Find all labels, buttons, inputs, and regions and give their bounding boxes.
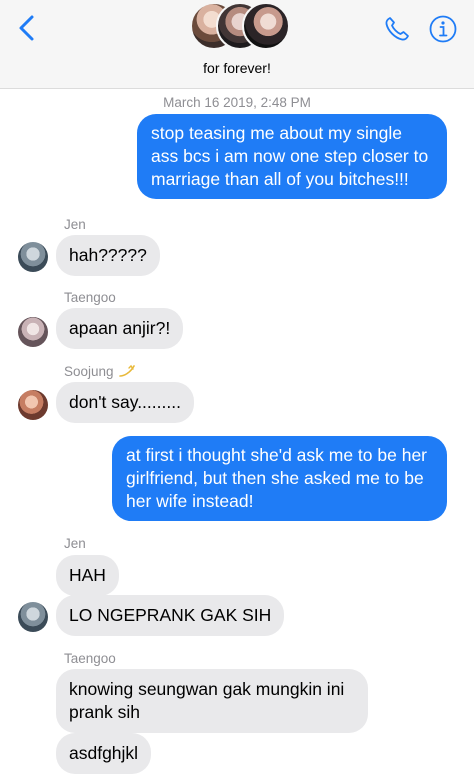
outgoing-message-bubble[interactable]: stop teasing me about my single ass bcs … xyxy=(137,114,447,199)
group-name[interactable]: for forever! xyxy=(0,60,474,76)
back-button[interactable] xyxy=(14,14,40,42)
chevron-left-icon xyxy=(19,15,34,41)
dizzy-icon xyxy=(118,364,136,381)
sender-name: Taengoo xyxy=(64,651,116,666)
message-timestamp: March 16 2019, 2:48 PM xyxy=(163,95,311,110)
info-icon xyxy=(429,15,457,43)
incoming-message-bubble[interactable]: HAH xyxy=(56,555,119,596)
outgoing-message-bubble[interactable]: at first i thought she'd ask me to be he… xyxy=(112,436,447,521)
details-button[interactable] xyxy=(428,14,458,44)
incoming-message-bubble[interactable]: hah????? xyxy=(56,235,160,276)
call-button[interactable] xyxy=(382,14,412,44)
incoming-message-bubble[interactable]: apaan anjir?! xyxy=(56,308,184,349)
sender-name: Jen xyxy=(64,536,86,551)
phone-icon xyxy=(385,17,409,41)
incoming-message-bubble[interactable]: knowing seungwan gak mungkin ini prank s… xyxy=(56,669,368,733)
member-avatar xyxy=(242,2,290,50)
avatar[interactable] xyxy=(18,602,48,632)
incoming-message-bubble[interactable]: don't say......... xyxy=(56,382,194,423)
sender-name-text: Soojung xyxy=(64,364,114,379)
incoming-message-bubble[interactable]: LO NGEPRANK GAK SIH xyxy=(56,595,285,636)
avatar[interactable] xyxy=(18,317,48,347)
sender-name: Soojung xyxy=(64,364,136,381)
avatar[interactable] xyxy=(18,390,48,420)
avatar[interactable] xyxy=(18,242,48,272)
group-avatars[interactable] xyxy=(190,2,290,50)
sender-name: Taengoo xyxy=(64,290,116,305)
incoming-message-bubble[interactable]: asdfghjkl xyxy=(56,733,152,774)
conversation-header: for forever! xyxy=(0,0,474,89)
sender-name: Jen xyxy=(64,217,86,232)
